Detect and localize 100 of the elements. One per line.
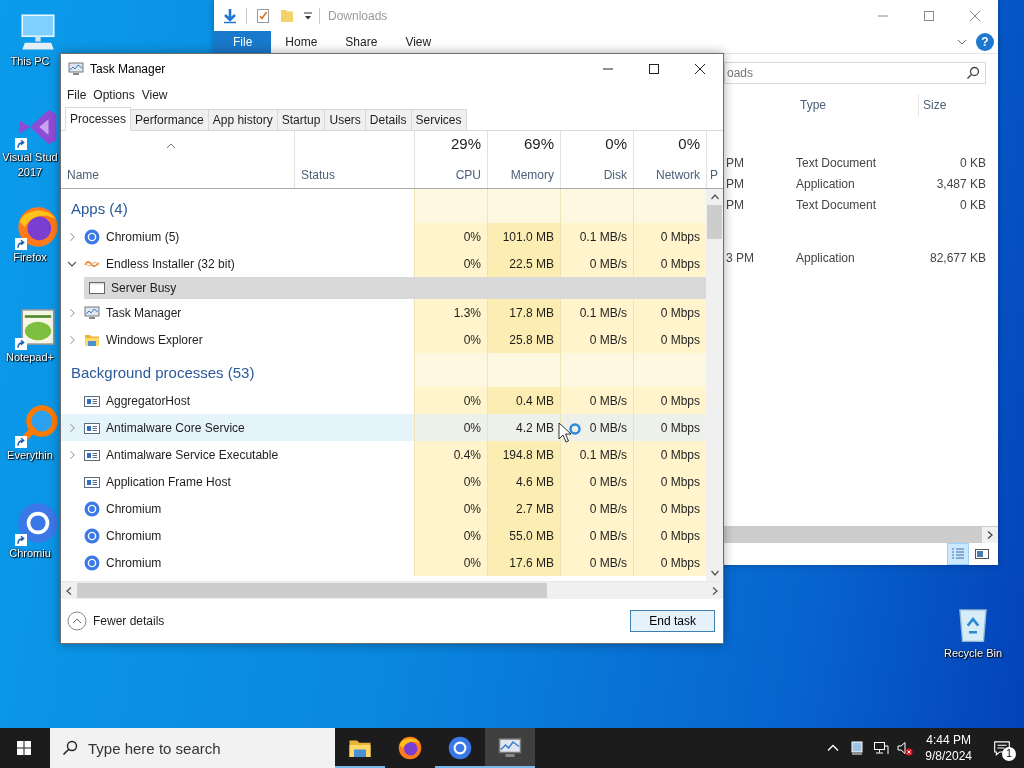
browser-icon — [84, 228, 100, 245]
column-header[interactable]: P — [710, 168, 723, 182]
process-row[interactable]: Application Frame Host 0% 4.6 MB 0 MB/s 0 Mbps — [61, 468, 706, 495]
menu-item[interactable]: Options — [93, 88, 141, 102]
column-header[interactable]: Name — [67, 168, 294, 182]
table-cell-text: 3,487 KB — [935, 176, 986, 191]
process-name: Server Busy — [111, 281, 177, 295]
help-button[interactable]: ? — [976, 33, 994, 51]
table-cell: 0 MB/s — [560, 414, 633, 441]
globe-icon[interactable] — [17, 206, 59, 248]
search-field[interactable]: oads — [724, 62, 986, 84]
process-row[interactable]: Antimalware Service Executable 0.4% 194.8 MB 0.1 MB/s 0 Mbps — [61, 441, 706, 468]
browser-icon[interactable] — [17, 502, 59, 544]
globe-icon — [398, 736, 422, 760]
icon-label: Chromiu — [8, 546, 52, 561]
table-cell: 0 Mbps — [633, 387, 706, 414]
tab[interactable]: Services — [410, 109, 467, 130]
tab[interactable]: Details — [364, 109, 412, 130]
table-cell: 22.5 MB — [487, 250, 560, 277]
table-cell: 194.8 MB — [487, 441, 560, 468]
column-header[interactable]: Disk — [603, 168, 627, 182]
process-row[interactable]: Antimalware Core Service 0% 4.2 MB 0 MB/s 0 Mbps — [61, 414, 706, 441]
table-cell-text: Application — [796, 176, 856, 191]
table-cell: 0 Mbps — [633, 441, 706, 468]
download-arrow-icon[interactable] — [222, 7, 238, 24]
process-row[interactable]: Chromium (5) 0% 101.0 MB 0.1 MB/s 0 Mbps — [61, 223, 706, 250]
column-header[interactable]: Memory — [510, 168, 554, 182]
scrollbar-thumb[interactable] — [77, 583, 547, 598]
table-cell-text: Application — [796, 250, 856, 265]
scroll-right-icon[interactable] — [982, 526, 998, 543]
scrollbar[interactable] — [61, 581, 723, 599]
column-header[interactable]: Type — [796, 94, 918, 116]
ribbon-tab[interactable]: Home — [271, 31, 332, 53]
column-header[interactable]: Network — [656, 168, 700, 182]
tab[interactable]: Startup — [276, 109, 326, 130]
search-field[interactable]: Type here to search — [50, 728, 335, 768]
window-icon — [89, 280, 105, 296]
tab[interactable]: App history — [207, 109, 278, 130]
process-row[interactable]: Chromium 0% 55.0 MB 0 MB/s 0 Mbps — [61, 522, 706, 549]
scrollbar[interactable] — [724, 526, 998, 543]
browser-icon — [84, 500, 100, 517]
table-cell: 0% — [414, 495, 487, 522]
table-cell: 0% — [414, 468, 487, 495]
menu-item[interactable]: View — [141, 88, 174, 102]
process-row[interactable]: AggregatorHost 0% 0.4 MB 0 MB/s 0 Mbps — [61, 387, 706, 414]
process-name: Chromium — [106, 501, 162, 516]
tab[interactable]: Users — [324, 109, 366, 130]
table-cell-text: PM — [725, 197, 745, 212]
clock-time[interactable]: 4:44 PM — [926, 732, 971, 748]
table-cell: 0% — [414, 522, 487, 549]
table-cell: 0 Mbps — [633, 326, 706, 353]
tab[interactable]: Processes — [65, 107, 132, 131]
table-cell: 0% — [414, 223, 487, 250]
process-name: Chromium (5) — [106, 229, 180, 244]
table-cell: 0% — [414, 250, 487, 277]
table-cell-text: Text Document — [796, 197, 878, 212]
scrollbar-thumb[interactable] — [707, 205, 722, 239]
table-cell: 4.6 MB — [487, 468, 560, 495]
icon-label: Visual Stud 2017 — [1, 150, 59, 180]
table-cell: 0 Mbps — [633, 414, 706, 441]
notification-icon[interactable] — [993, 739, 1011, 757]
monitor-icon — [84, 304, 100, 321]
table-cell: 0 Mbps — [633, 250, 706, 277]
tab[interactable]: Performance — [130, 109, 209, 130]
ribbon-tab[interactable]: Share — [331, 31, 392, 53]
table-cell-text: PM — [725, 176, 745, 191]
table-cell: 0.4 MB — [487, 387, 560, 414]
scrollbar[interactable] — [706, 189, 723, 581]
group-heading: Background processes (53) — [71, 364, 255, 381]
process-name: AggregatorHost — [106, 393, 191, 408]
search-icon[interactable] — [966, 66, 980, 80]
column-header[interactable]: CPU — [455, 168, 481, 182]
table-cell: 0% — [414, 549, 487, 576]
window-title: Task Manager — [90, 61, 166, 76]
process-row[interactable]: Windows Explorer 0% 25.8 MB 0 MB/s 0 Mbps — [61, 326, 706, 353]
busy-cursor-icon — [558, 422, 582, 446]
table-cell: 0 MB/s — [560, 549, 633, 576]
taskbar-button[interactable] — [485, 728, 535, 768]
checklist-icon[interactable] — [255, 7, 271, 24]
fewer-details-button[interactable]: Fewer details — [67, 611, 165, 631]
table-cell: 0 MB/s — [560, 468, 633, 495]
end-task-button[interactable]: End task — [630, 610, 715, 632]
table-cell: 0% — [414, 326, 487, 353]
process-name: Endless Installer (32 bit) — [106, 256, 235, 271]
column-header[interactable]: Status — [301, 168, 408, 182]
menu-item[interactable]: File — [67, 88, 93, 102]
column-total: 0% — [678, 135, 700, 152]
column-total: 69% — [523, 135, 554, 152]
sort-caret-icon[interactable] — [165, 143, 176, 149]
process-row[interactable]: Chromium 0% 2.7 MB 0 MB/s 0 Mbps — [61, 495, 706, 522]
browser-icon — [448, 736, 472, 760]
process-row[interactable]: Endless Installer (32 bit) 0% 22.5 MB 0 MB/s 0 Mbps — [61, 250, 706, 277]
icon-label: Firefox — [12, 250, 48, 265]
process-row[interactable]: Chromium 0% 17.6 MB 0 MB/s 0 Mbps — [61, 549, 706, 576]
column-header[interactable]: Size — [918, 94, 991, 116]
process-row[interactable]: Task Manager 1.3% 17.8 MB 0.1 MB/s 0 Mbps — [61, 299, 706, 326]
ribbon-tab[interactable]: File — [214, 31, 272, 53]
ribbon-tab[interactable]: View — [391, 31, 446, 53]
dropdown-caret-icon[interactable] — [303, 10, 313, 21]
clock-date[interactable]: 9/8/2024 — [925, 748, 972, 764]
